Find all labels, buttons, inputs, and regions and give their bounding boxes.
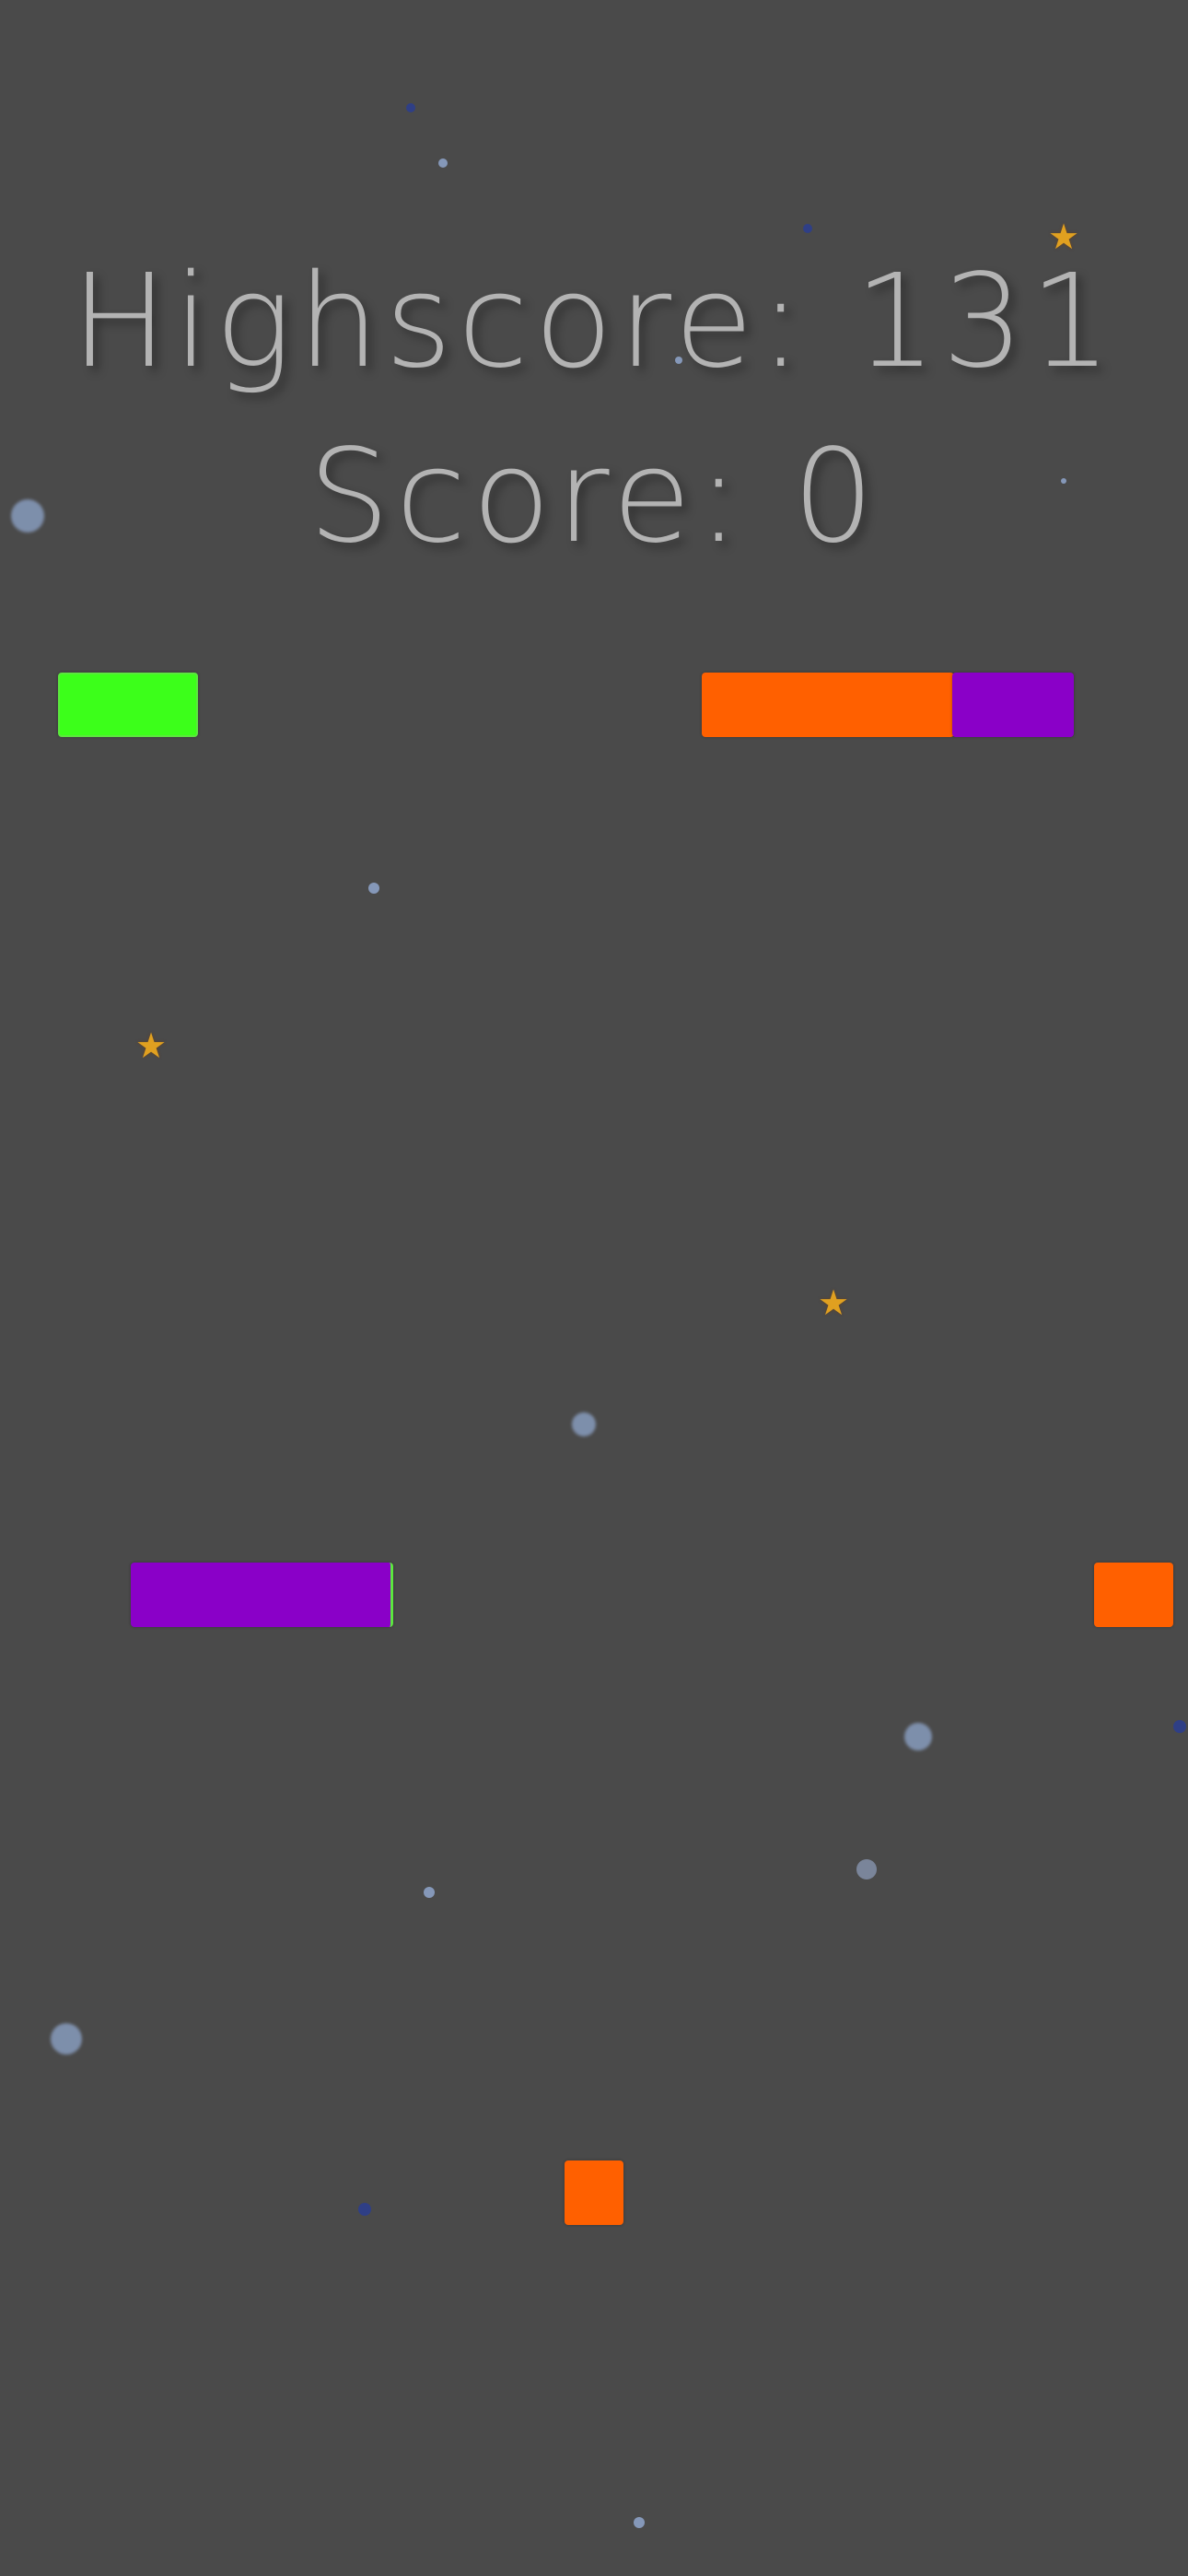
particle bbox=[675, 357, 682, 364]
particle bbox=[368, 883, 379, 894]
orange-block bbox=[1094, 1563, 1173, 1627]
particle bbox=[634, 2517, 645, 2528]
star-icon: ★ bbox=[1048, 217, 1080, 257]
particle bbox=[803, 224, 812, 233]
particle bbox=[856, 1859, 877, 1879]
particle bbox=[1061, 478, 1066, 484]
game-canvas[interactable]: Highscore: 131 Score: 0 ★ ★ ★ bbox=[0, 0, 1188, 2576]
particle bbox=[1173, 1720, 1186, 1733]
green-block bbox=[58, 673, 198, 737]
particle bbox=[572, 1412, 596, 1436]
particle bbox=[406, 103, 415, 112]
particle bbox=[424, 1887, 435, 1898]
purple-block bbox=[131, 1563, 393, 1627]
particle bbox=[438, 158, 448, 168]
particle bbox=[11, 499, 44, 533]
particle bbox=[904, 1723, 932, 1751]
highscore-label: Highscore: 131 bbox=[71, 247, 1117, 397]
star-icon: ★ bbox=[135, 1025, 168, 1066]
particle bbox=[51, 2023, 82, 2055]
orange-square bbox=[565, 2160, 623, 2225]
score-label: Score: 0 bbox=[308, 422, 880, 572]
orange-block bbox=[702, 673, 954, 737]
particle bbox=[358, 2203, 371, 2216]
star-icon: ★ bbox=[818, 1282, 850, 1323]
purple-block bbox=[952, 673, 1074, 737]
